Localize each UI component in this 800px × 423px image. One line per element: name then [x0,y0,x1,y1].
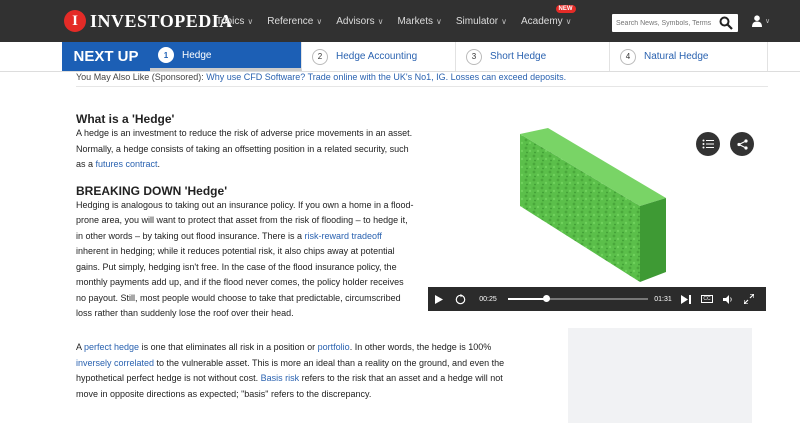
tab-number: 3 [466,48,482,65]
play-button[interactable] [428,287,450,311]
volume-button[interactable] [720,287,736,311]
nav-academy-label: Academy [520,15,563,27]
next-up-bar: NEXT UP 1 Hedge 2 Hedge Accounting 3 Sho… [0,42,800,72]
search-input[interactable] [612,15,720,31]
paragraph-text: . [157,159,161,169]
nav-topics-label: Topics [216,15,245,27]
paragraph-text: . In other words, the hedge is 100% [349,342,492,352]
inversely-correlated-link[interactable]: inversely correlated [76,358,154,368]
tab-number: 1 [158,47,174,63]
nav-simulator-label: Simulator [455,15,499,27]
video-player[interactable] [428,114,766,312]
chevron-down-icon: ∨ [765,18,771,25]
list-icon [702,139,714,149]
paragraph-text: A [76,342,85,352]
play-icon [435,294,443,304]
nav-reference[interactable]: Reference ∨ [267,16,322,27]
tab-label: Hedge Accounting [336,51,418,62]
new-badge: NEW [555,4,576,13]
tab-label: Hedge [182,49,212,61]
logo-mark: I [64,10,86,32]
cc-icon: CC [701,295,713,303]
section-heading-breaking-down: BREAKING DOWN 'Hedge' [76,183,228,198]
main-nav: Topics ∨ Reference ∨ Advisors ∨ Markets … [216,0,576,42]
user-menu[interactable]: ∨ [752,13,776,29]
article-body: What is a 'Hedge' A hedge is an investme… [76,112,416,322]
tab-hedge[interactable]: 1 Hedge [150,42,302,71]
tab-number: 4 [620,48,636,65]
paragraph-text: is one that eliminates all risk in a pos… [139,342,318,352]
perfect-hedge-link[interactable]: perfect hedge [84,342,139,352]
chevron-down-icon: ∨ [501,16,507,26]
playlist-button[interactable] [696,132,720,156]
scrubber-handle[interactable] [542,295,550,302]
tab-number: 2 [312,48,328,65]
user-icon [752,15,762,27]
section-heading-what-is: What is a 'Hedge' [76,112,175,126]
futures-contract-link[interactable]: futures contract [96,159,158,169]
search-icon[interactable] [719,16,733,30]
video-controls: 00:25 01:31 CC [428,287,766,311]
fullscreen-icon [744,294,754,304]
sponsored-line: You May Also Like (Sponsored): Why use C… [76,72,768,87]
chevron-down-icon: ∨ [377,16,384,26]
nav-academy[interactable]: Academy ∨ NEW [520,4,576,27]
top-navigation-bar: I INVESTOPEDIA Topics ∨ Reference ∨ Advi… [0,0,800,42]
tab-label: Short Hedge [490,51,547,62]
nav-simulator[interactable]: Simulator ∨ [456,16,507,27]
fullscreen-button[interactable] [740,287,758,311]
replay-button[interactable] [450,287,470,311]
volume-icon [723,294,732,304]
chevron-down-icon: ∨ [247,16,254,26]
perfect-hedge-paragraph-wrap: A perfect hedge is one that eliminates a… [76,340,516,402]
brand-name: INVESTOPEDIA [90,10,233,31]
advertisement-slot[interactable] [568,328,752,423]
portfolio-link[interactable]: portfolio [318,342,350,352]
search-box [612,14,738,32]
investopedia-logo[interactable]: I INVESTOPEDIA [64,7,233,35]
nav-advisors-label: Advisors [336,15,375,27]
tab-label: Natural Hedge [644,51,709,62]
nav-topics[interactable]: Topics ∨ [216,16,253,27]
duration: 01:31 [654,295,672,303]
sponsored-link[interactable]: Why use CFD Software? Trade online with … [206,72,566,82]
share-icon [736,138,748,150]
nav-markets[interactable]: Markets ∨ [397,16,441,27]
breaking-down-paragraph: Hedging is analogous to taking out an in… [76,198,416,322]
paragraph-text: inherent in hedging; while it reduces po… [76,246,404,318]
nav-reference-label: Reference [267,15,314,27]
tab-natural-hedge[interactable]: 4 Natural Hedge [610,42,768,71]
tab-short-hedge[interactable]: 3 Short Hedge [456,42,610,71]
sponsored-prefix: You May Also Like (Sponsored): [76,72,204,82]
chevron-down-icon: ∨ [316,16,323,26]
nav-advisors[interactable]: Advisors ∨ [336,16,383,27]
video-scrubber[interactable] [508,295,648,302]
skip-next-icon [681,294,691,304]
progress-fill [508,298,546,300]
nav-markets-label: Markets [397,15,433,27]
chevron-down-icon: ∨ [565,16,572,26]
risk-reward-tradeoff-link[interactable]: risk-reward tradeoff [304,231,381,241]
definition-paragraph: A hedge is an investment to reduce the r… [76,126,416,173]
basis-risk-link[interactable]: Basis risk [261,373,300,383]
next-up-label: NEXT UP [62,42,150,71]
captions-button[interactable]: CC [698,287,716,311]
current-time: 00:25 [479,295,497,303]
perfect-hedge-paragraph: A perfect hedge is one that eliminates a… [76,340,516,402]
chevron-down-icon: ∨ [436,16,442,26]
next-button[interactable] [678,287,694,311]
share-button[interactable] [730,132,754,156]
tab-hedge-accounting[interactable]: 2 Hedge Accounting [302,42,456,71]
replay-icon [455,293,465,304]
